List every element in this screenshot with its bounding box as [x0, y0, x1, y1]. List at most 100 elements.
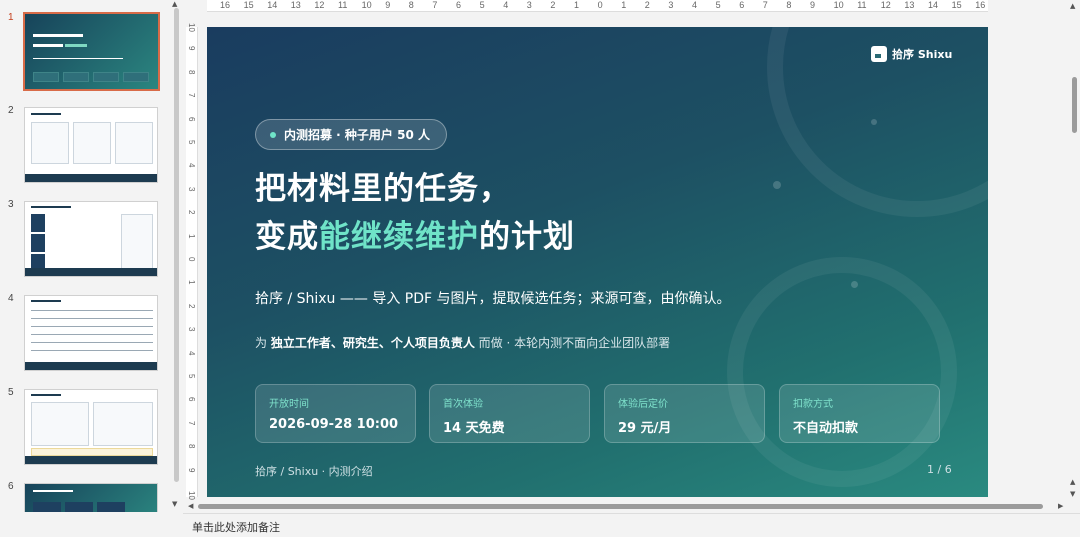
ruler-tick-label: 9: [187, 46, 196, 51]
slide-thumbnail-5[interactable]: [24, 389, 158, 465]
dot-icon: [270, 131, 276, 138]
vertical-scroll-thumb[interactable]: [1072, 77, 1077, 133]
ruler-tick-label: 14: [928, 0, 939, 10]
info-card-open-time: 开放时间 2026-09-28 10:00: [255, 384, 416, 443]
ruler-tick-label: 15: [951, 0, 962, 10]
card-label: 体验后定价: [618, 399, 668, 410]
thumb-number-1: 1: [8, 12, 14, 23]
vertical-ruler[interactable]: 10 9 8 7 6 5 4 3 2 1 0 1 2 3 4 5 6 7 8 9 10: [186, 23, 198, 500]
ruler-tick-label: 12: [880, 0, 891, 10]
ruler-tick-label: 5: [187, 140, 196, 145]
ruler-tick-label: 13: [904, 0, 915, 10]
slide-thumbnails-pane: 1 2 3 4 5 6 ▲ ▼: [0, 0, 183, 512]
slide-subtitle: 拾序 / Shixu —— 导入 PDF 与图片，提取候选任务；来源可查，由你确…: [255, 291, 731, 307]
ruler-tick-label: 11: [338, 0, 348, 10]
ruler-tick-label: 2: [550, 0, 556, 10]
ruler-tick-label: 9: [385, 0, 391, 10]
card-label: 开放时间: [269, 399, 309, 410]
ruler-tick-label: 0: [597, 0, 603, 10]
ruler-tick-label: 8: [187, 69, 196, 75]
horizontal-ruler[interactable]: 16 15 14 13 12 11 10 9 8 7 6 5 4 3 2 1 0 1 2 3 4 5 6 7 8 9 10 11 12 1…: [207, 0, 988, 12]
thumb-number-5: 5: [8, 387, 14, 398]
ruler-tick-label: 5: [715, 0, 721, 10]
ruler-tick-label: 10: [187, 491, 196, 500]
slide-thumbnail-2[interactable]: [24, 107, 158, 183]
slide-thumbnail-4[interactable]: [24, 295, 158, 371]
ruler-tick-label: 16: [220, 0, 231, 10]
notes-placeholder[interactable]: 单击此处添加备注: [192, 519, 280, 535]
ruler-tick-label: 10: [361, 0, 372, 10]
ruler-tick-label: 4: [187, 163, 196, 168]
ruler-tick-label: 3: [668, 0, 674, 10]
title-line-2: 变成能继续维护的计划: [255, 213, 575, 261]
horizontal-scroll-thumb[interactable]: [198, 504, 1043, 509]
title-line-2-prefix: 变成: [255, 219, 319, 255]
card-value: 2026-09-28 10:00: [269, 417, 399, 432]
ruler-tick-label: 2: [644, 0, 650, 10]
slide-footer-title: 拾序 / Shixu · 内测介绍: [255, 465, 373, 478]
thumbs-scroll-up-icon[interactable]: ▲: [172, 0, 177, 8]
info-card-first-trial: 首次体验 14 天免费: [429, 384, 590, 443]
ruler-tick-label: 1: [187, 233, 196, 239]
ruler-tick-label: 13: [290, 0, 301, 10]
ruler-tick-label: 1: [574, 0, 580, 10]
thumb-number-6: 6: [8, 481, 14, 492]
info-card-pricing: 体验后定价 29 元/月: [604, 384, 765, 443]
title-line-2-suffix: 的计划: [479, 219, 575, 255]
ruler-tick-label: 8: [408, 0, 414, 10]
audience-line: 为 独立工作者、研究生、个人项目负责人 而做 · 本轮内测不面向企业团队部署: [255, 334, 670, 351]
ruler-tick-label: 7: [187, 93, 196, 98]
slide-thumbnail-3[interactable]: [24, 201, 158, 277]
ruler-tick-label: 4: [692, 0, 698, 10]
ruler-tick-label: 7: [187, 420, 196, 426]
brand-logo: 拾序 Shixu: [871, 46, 952, 62]
ruler-tick-label: 16: [975, 0, 986, 10]
slide-thumbnail-1[interactable]: [23, 12, 160, 91]
ruler-tick-label: 7: [762, 0, 768, 10]
thumbs-scroll-down-icon[interactable]: ▼: [172, 500, 177, 508]
card-value: 29 元/月: [618, 421, 672, 436]
card-value: 14 天免费: [443, 421, 505, 436]
title-highlight: 能继续维护: [319, 219, 479, 255]
ruler-tick-label: 4: [503, 0, 509, 10]
presentation-editor: 1 2 3 4 5 6 ▲ ▼ 16 15 14 13 12 11 10 9 8…: [0, 0, 1080, 537]
slide-thumbnail-6[interactable]: [24, 483, 158, 512]
ruler-tick-label: 3: [526, 0, 532, 10]
next-slide-icon[interactable]: ▼: [1070, 490, 1075, 498]
editor-vertical-scrollbar[interactable]: ▲ ▲ ▼: [1068, 0, 1080, 512]
audience-bold: 独立工作者、研究生、个人项目负责人: [270, 336, 475, 350]
ruler-tick-label: 5: [479, 0, 485, 10]
ruler-tick-label: 1: [187, 280, 196, 285]
ruler-tick-label: 6: [187, 116, 196, 122]
ruler-tick-label: 3: [187, 327, 196, 332]
notes-pane[interactable]: 单击此处添加备注: [183, 513, 1080, 537]
scroll-up-icon[interactable]: ▲: [1070, 2, 1075, 10]
previous-slide-icon[interactable]: ▲: [1070, 478, 1075, 486]
thumbs-scrollbar[interactable]: [174, 8, 179, 482]
card-label: 扣款方式: [793, 399, 833, 410]
title-line-1: 把材料里的任务，: [255, 171, 511, 207]
ruler-tick-label: 2: [187, 303, 196, 309]
ruler-tick-label: 3: [187, 186, 196, 192]
ruler-tick-label: 9: [810, 0, 816, 10]
thumb-number-4: 4: [8, 293, 14, 304]
card-label: 首次体验: [443, 399, 483, 410]
ruler-tick-label: 9: [187, 467, 196, 473]
info-card-payment: 扣款方式 不自动扣款: [779, 384, 940, 443]
editor-horizontal-scrollbar[interactable]: ◀ ▶: [186, 502, 1068, 512]
thumb-number-3: 3: [8, 199, 14, 210]
thumb-number-2: 2: [8, 105, 14, 116]
ruler-tick-label: 8: [187, 444, 196, 449]
recruit-badge: 内测招募 · 种子用户 50 人: [255, 119, 447, 150]
ruler-tick-label: 10: [187, 23, 196, 32]
ruler-tick-label: 11: [857, 0, 867, 10]
ruler-tick-label: 10: [833, 0, 844, 10]
scroll-left-icon[interactable]: ◀: [188, 502, 193, 510]
slide-canvas[interactable]: 拾序 Shixu 内测招募 · 种子用户 50 人 把材料里的任务， 变成能继续…: [207, 27, 988, 497]
ruler-tick-label: 1: [621, 0, 627, 10]
ruler-tick-label: 6: [739, 0, 745, 10]
ruler-tick-label: 12: [314, 0, 325, 10]
ruler-tick-label: 4: [187, 350, 196, 356]
ruler-tick-label: 2: [187, 210, 196, 215]
scroll-right-icon[interactable]: ▶: [1058, 502, 1063, 510]
